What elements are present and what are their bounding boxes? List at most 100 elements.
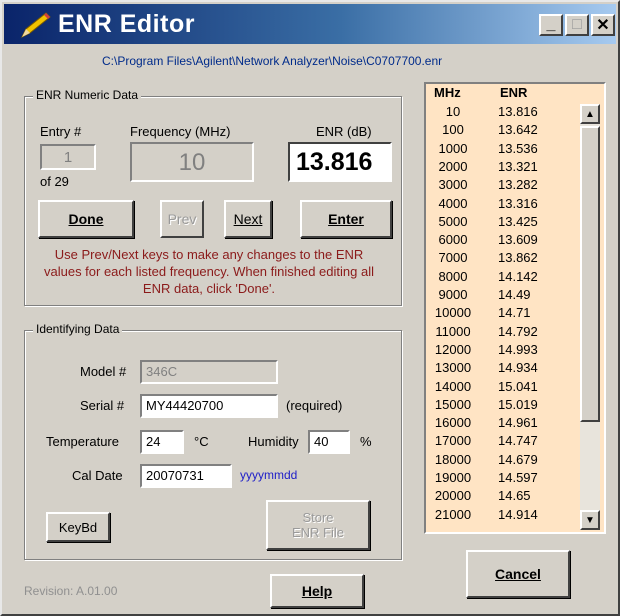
- table-row[interactable]: 4000 13.316: [426, 196, 582, 211]
- table-row[interactable]: 1000 13.536: [426, 141, 582, 156]
- pencil-icon: [20, 12, 51, 39]
- vertical-scrollbar[interactable]: ▲ ▼: [580, 104, 600, 530]
- row-enr: 13.642: [498, 122, 538, 138]
- store-button-label-line1: Store: [302, 510, 334, 525]
- table-row[interactable]: 13000 14.934: [426, 360, 582, 375]
- cal-date-input[interactable]: 20070731: [140, 464, 232, 488]
- row-enr: 13.282: [498, 177, 538, 193]
- row-mhz: 5000: [438, 213, 468, 229]
- table-row[interactable]: 16000 14.961: [426, 415, 582, 430]
- row-enr: 14.993: [498, 341, 538, 357]
- keyboard-button[interactable]: KeyBd: [46, 512, 110, 542]
- row-mhz: 100: [442, 122, 464, 138]
- table-row[interactable]: 18000 14.679: [426, 452, 582, 467]
- table-row[interactable]: 3000 13.282: [426, 177, 582, 192]
- close-button[interactable]: ✕: [591, 14, 615, 36]
- table-row[interactable]: 2000 13.321: [426, 159, 582, 174]
- row-mhz: 17000: [434, 433, 472, 449]
- enr-table-list[interactable]: MHz ENR 10 13.816 100 13.642 1000 13.536 2000 1…: [424, 82, 606, 534]
- model-label: Model #: [80, 364, 127, 379]
- row-enr: 14.934: [498, 360, 538, 376]
- frequency-label: Frequency (MHz): [130, 124, 231, 139]
- identifying-data-title: Identifying Data: [33, 322, 123, 336]
- entry-label: Entry #: [40, 124, 82, 139]
- row-mhz: 10000: [434, 305, 472, 321]
- row-mhz: 13000: [434, 360, 472, 376]
- store-enr-file-button[interactable]: Store ENR File: [266, 500, 370, 550]
- row-enr: 15.041: [498, 378, 538, 394]
- required-note: (required): [286, 398, 343, 413]
- title-bar[interactable]: ENR Editor _ □ ✕: [4, 4, 616, 44]
- scroll-down-arrow-icon[interactable]: ▼: [580, 510, 600, 530]
- humidity-unit: %: [360, 434, 372, 449]
- table-row[interactable]: 15000 15.019: [426, 397, 582, 412]
- humidity-input[interactable]: 40: [308, 430, 350, 454]
- maximize-button[interactable]: □: [565, 14, 589, 36]
- table-row[interactable]: 9000 14.49: [426, 287, 582, 302]
- row-enr: 15.019: [498, 396, 538, 412]
- row-mhz: 3000: [438, 177, 468, 193]
- row-mhz: 11000: [435, 323, 471, 339]
- next-button[interactable]: Next: [224, 200, 272, 238]
- table-row[interactable]: 10 13.816: [426, 104, 582, 119]
- row-enr: 14.747: [498, 433, 538, 449]
- next-button-label: Next: [233, 211, 263, 227]
- table-row[interactable]: 7000 13.862: [426, 250, 582, 265]
- table-row[interactable]: 20000 14.65: [426, 488, 582, 503]
- enr-editor-window: ENR Editor _ □ ✕ C:\Program Files\Agilen…: [0, 0, 620, 616]
- table-row[interactable]: 11000 14.792: [426, 324, 582, 339]
- minimize-button[interactable]: _: [539, 14, 563, 36]
- scrollbar-thumb[interactable]: [580, 126, 600, 422]
- table-row[interactable]: 17000 14.747: [426, 433, 582, 448]
- enr-value-input[interactable]: 13.816: [288, 142, 392, 182]
- table-row[interactable]: 100 13.642: [426, 122, 582, 137]
- table-row[interactable]: 19000 14.597: [426, 470, 582, 485]
- table-row[interactable]: 14000 15.041: [426, 379, 582, 394]
- enr-column-header: ENR: [500, 85, 528, 100]
- row-enr: 13.816: [498, 104, 538, 119]
- row-enr: 13.609: [498, 232, 538, 248]
- row-mhz: 12000: [434, 341, 472, 357]
- enter-button[interactable]: Enter: [300, 200, 392, 238]
- table-row[interactable]: 10000 14.71: [426, 305, 582, 320]
- table-row[interactable]: 21000 14.914: [426, 507, 582, 522]
- frequency-field: 10: [130, 142, 254, 182]
- table-row[interactable]: 6000 13.609: [426, 232, 582, 247]
- enr-db-label: ENR (dB): [316, 124, 372, 139]
- row-enr: 13.425: [498, 213, 538, 229]
- scroll-up-arrow-icon[interactable]: ▲: [580, 104, 600, 124]
- row-mhz: 20000: [434, 488, 472, 504]
- row-enr: 14.49: [498, 287, 531, 302]
- help-button[interactable]: Help: [270, 574, 364, 608]
- cal-date-label: Cal Date: [72, 468, 123, 483]
- prev-button[interactable]: Prev: [160, 200, 204, 238]
- row-enr: 14.679: [498, 451, 538, 467]
- enr-numeric-data-title: ENR Numeric Data: [33, 88, 142, 102]
- help-button-label: Help: [301, 583, 333, 599]
- serial-input[interactable]: MY44420700: [140, 394, 278, 418]
- row-enr: 14.142: [498, 268, 538, 284]
- done-button[interactable]: Done: [38, 200, 134, 238]
- cancel-button-label: Cancel: [495, 566, 541, 582]
- table-row[interactable]: 12000 14.993: [426, 342, 582, 357]
- date-format-hint: yyyymmdd: [240, 468, 298, 482]
- row-mhz: 8000: [438, 268, 468, 284]
- row-enr: 14.792: [498, 323, 538, 339]
- entry-number-value: 1: [63, 149, 73, 166]
- cancel-button[interactable]: Cancel: [466, 550, 570, 598]
- temperature-input[interactable]: 24: [140, 430, 184, 454]
- model-field: 346C: [140, 360, 278, 384]
- store-button-label-line2: ENR File: [291, 525, 344, 540]
- row-mhz: 1000: [438, 140, 468, 156]
- cal-date-value: 20070731: [146, 468, 204, 483]
- prev-button-label: Prev: [167, 211, 197, 227]
- entry-number-field: 1: [40, 144, 96, 170]
- row-enr: 14.597: [498, 470, 538, 485]
- table-row[interactable]: 5000 13.425: [426, 214, 582, 229]
- row-enr: 13.316: [498, 195, 538, 211]
- table-row[interactable]: 8000 14.142: [426, 269, 582, 284]
- keyboard-button-label: KeyBd: [58, 519, 98, 535]
- temperature-value: 24: [146, 434, 161, 449]
- serial-value: MY44420700: [146, 398, 224, 413]
- row-mhz: 6000: [438, 232, 468, 248]
